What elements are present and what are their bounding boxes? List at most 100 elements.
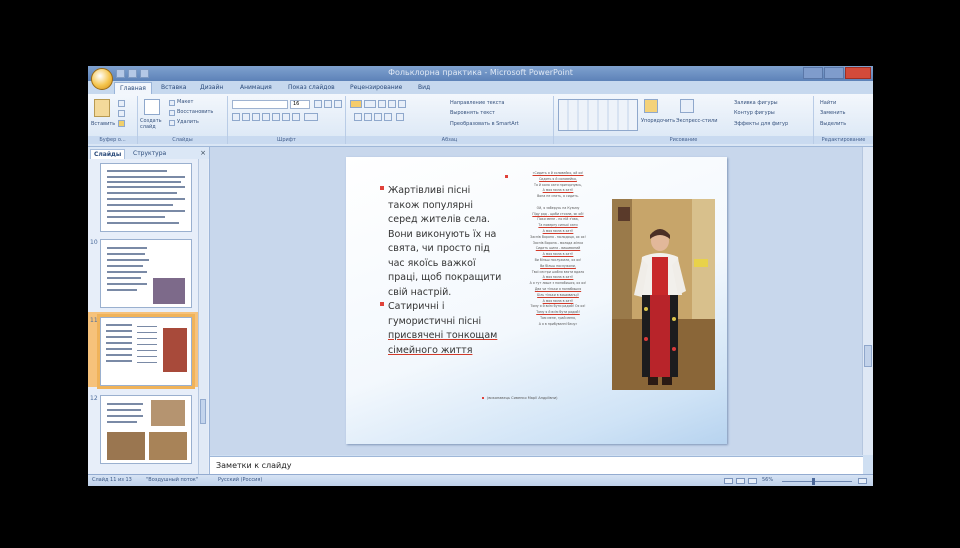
- normal-view-icon[interactable]: [724, 478, 733, 484]
- tab-structure-panel[interactable]: Структура: [130, 149, 169, 159]
- zoom-level[interactable]: 56%: [762, 477, 773, 483]
- align-text-button[interactable]: Выровнять текст: [450, 110, 495, 117]
- shapes-gallery[interactable]: [558, 99, 638, 131]
- tab-animation[interactable]: Анимация: [235, 82, 277, 94]
- song-lines: «Сидить я й соловейко, ой ох! Сидить я й …: [508, 171, 608, 328]
- smartart-button[interactable]: Преобразовать в SmartArt: [450, 121, 519, 128]
- case-icon[interactable]: [292, 113, 300, 121]
- spacing-icon[interactable]: [282, 113, 290, 121]
- window-title: Фольклорна практика - Microsoft PowerPoi…: [388, 68, 573, 77]
- decrease-indent-icon[interactable]: [378, 100, 386, 108]
- tab-review[interactable]: Рецензирование: [345, 82, 407, 94]
- zoom-slider[interactable]: [782, 481, 852, 482]
- format-painter-icon[interactable]: [118, 120, 125, 127]
- status-bar: Слайд 11 из 13 "Воздушный поток" Русский…: [88, 474, 873, 486]
- delete-button[interactable]: Удалить: [177, 119, 199, 126]
- canvas-scrollbar[interactable]: [862, 147, 873, 455]
- slide-canvas: Жартівливі пісні також популярні серед ж…: [210, 147, 862, 455]
- tab-home[interactable]: Главная: [114, 82, 152, 94]
- slide-thumbnail[interactable]: [100, 395, 192, 464]
- close-button[interactable]: [845, 67, 871, 79]
- bullet-2-underlined: присвячені тонкощам сімейного життя: [388, 330, 498, 356]
- group-paragraph: Направление текста Выровнять текст Преоб…: [346, 96, 554, 144]
- select-button[interactable]: Выделить: [820, 121, 846, 128]
- tab-view[interactable]: Вид: [413, 82, 435, 94]
- window-controls: [803, 67, 871, 79]
- slide-thumbnail[interactable]: [100, 239, 192, 308]
- line-spacing-icon[interactable]: [398, 100, 406, 108]
- minimize-button[interactable]: [803, 67, 823, 79]
- layout-icon: [169, 100, 175, 106]
- text-direction-button[interactable]: Направление текста: [450, 100, 504, 107]
- slide-thumbnails: 10 11 12: [88, 159, 209, 474]
- new-slide-button[interactable]: Создать слайд: [140, 118, 168, 130]
- slide-counter: Слайд 11 из 13: [92, 477, 132, 483]
- slides-panel-scrollbar[interactable]: [198, 159, 208, 474]
- notes-placeholder: Заметки к слайду: [216, 461, 292, 470]
- close-icon[interactable]: ×: [200, 149, 206, 157]
- bullets-icon[interactable]: [350, 100, 362, 108]
- cut-icon[interactable]: [118, 100, 125, 107]
- tab-design[interactable]: Дизайн: [195, 82, 228, 94]
- shape-effects-button[interactable]: Эффекты для фигур: [734, 121, 788, 128]
- scrollbar-thumb[interactable]: [200, 399, 206, 424]
- layout-button[interactable]: Макет: [177, 99, 193, 106]
- performer-caption: (виконавець Сивенко Марії Андріївни): [482, 396, 557, 400]
- paste-icon[interactable]: [94, 99, 110, 117]
- slide-thumbnail[interactable]: [100, 163, 192, 232]
- strikethrough-icon[interactable]: [262, 113, 270, 121]
- shrink-font-icon[interactable]: [324, 100, 332, 108]
- maximize-button[interactable]: [824, 67, 844, 79]
- replace-button[interactable]: Заменить: [820, 110, 846, 117]
- numbering-icon[interactable]: [364, 100, 376, 108]
- align-left-icon[interactable]: [354, 113, 362, 121]
- powerpoint-window: Фольклорна практика - Microsoft PowerPoi…: [88, 66, 873, 486]
- bold-icon[interactable]: [232, 113, 240, 121]
- arrange-icon: [644, 99, 658, 113]
- copy-icon[interactable]: [118, 110, 125, 117]
- arrange-button[interactable]: Упорядочить: [641, 118, 675, 125]
- quick-styles-icon: [680, 99, 694, 113]
- group-font: 16 Шрифт: [228, 96, 346, 144]
- song-text[interactable]: «Сидить я й соловейко, ой ох! Сидить я й …: [505, 171, 608, 387]
- title-bar: Фольклорна практика - Microsoft PowerPoi…: [88, 66, 873, 81]
- font-name-field[interactable]: [232, 100, 288, 109]
- font-size-field[interactable]: 16: [290, 100, 310, 109]
- reset-button[interactable]: Восстановить: [177, 109, 213, 116]
- slide-sorter-icon[interactable]: [736, 478, 745, 484]
- font-color-icon[interactable]: [304, 113, 318, 121]
- shape-outline-button[interactable]: Контур фигуры: [734, 110, 775, 117]
- grow-font-icon[interactable]: [314, 100, 322, 108]
- shape-fill-button[interactable]: Заливка фигуры: [734, 100, 778, 107]
- fit-to-window-icon[interactable]: [858, 478, 867, 484]
- group-label-drawing: Рисование: [554, 136, 813, 144]
- group-label-paragraph: Абзац: [346, 136, 553, 144]
- tab-slideshow[interactable]: Показ слайдов: [283, 82, 340, 94]
- slide-thumbnail-selected[interactable]: [100, 317, 192, 386]
- columns-icon[interactable]: [396, 113, 404, 121]
- align-right-icon[interactable]: [374, 113, 382, 121]
- performer-photo[interactable]: [612, 199, 715, 390]
- bullet-1-text: Жартівливі пісні також популярні серед ж…: [388, 185, 502, 298]
- woman-in-embroidered-costume-image: [612, 199, 715, 390]
- zoom-slider-handle[interactable]: [812, 478, 815, 485]
- underline-icon[interactable]: [252, 113, 260, 121]
- new-slide-icon[interactable]: [144, 99, 160, 115]
- quick-styles-button[interactable]: Экспресс-стили: [676, 118, 717, 125]
- paste-button[interactable]: Вставить: [91, 121, 115, 128]
- scrollbar-thumb[interactable]: [864, 345, 872, 367]
- tab-insert[interactable]: Вставка: [156, 82, 191, 94]
- slideshow-view-icon[interactable]: [748, 478, 757, 484]
- clear-format-icon[interactable]: [334, 100, 342, 108]
- office-button[interactable]: [91, 68, 113, 90]
- italic-icon[interactable]: [242, 113, 250, 121]
- increase-indent-icon[interactable]: [388, 100, 396, 108]
- slide[interactable]: Жартівливі пісні також популярні серед ж…: [346, 157, 727, 444]
- shadow-icon[interactable]: [272, 113, 280, 121]
- justify-icon[interactable]: [384, 113, 392, 121]
- group-label-clipboard: Буфер о...: [88, 136, 137, 144]
- notes-pane[interactable]: Заметки к слайду: [210, 456, 863, 475]
- language-indicator[interactable]: Русский (Россия): [218, 477, 262, 483]
- find-button[interactable]: Найти: [820, 100, 836, 107]
- align-center-icon[interactable]: [364, 113, 372, 121]
